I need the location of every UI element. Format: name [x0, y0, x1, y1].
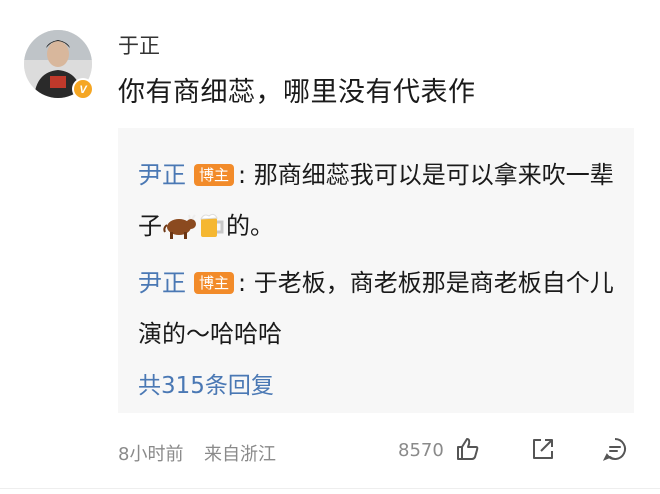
comment-time: 8小时前: [118, 444, 184, 465]
ox-emoji-icon: [162, 207, 196, 258]
comment-card: V 于正 你有商细蕊，哪里没有代表作 尹正 博主: 那商细蕊我可以是可以拿来吹一辈…: [0, 0, 660, 494]
verified-badge-icon: V: [72, 78, 94, 100]
thumbs-up-icon[interactable]: [455, 436, 481, 467]
reply-item[interactable]: 尹正 博主: 于老板，商老板那是商老板自个儿演的～哈哈哈: [138, 258, 618, 360]
more-replies-link[interactable]: 共315条回复: [138, 366, 634, 400]
reply-separator: :: [238, 269, 247, 297]
reply-text-end: 的。: [226, 212, 274, 240]
like-count[interactable]: 8570: [398, 440, 444, 461]
avatar[interactable]: V: [24, 30, 94, 100]
reply-separator: :: [238, 161, 247, 189]
author-badge: 博主: [194, 164, 235, 186]
comment-footer: 8小时前 来自浙江 8570: [118, 436, 638, 466]
reply-item[interactable]: 尹正 博主: 那商细蕊我可以是可以拿来吹一辈子 的。: [138, 150, 618, 258]
reply-author[interactable]: 尹正: [138, 269, 186, 297]
replies-box[interactable]: 尹正 博主: 那商细蕊我可以是可以拿来吹一辈子 的。 尹正 博主: 于老板，商老板那是…: [118, 128, 634, 413]
comment-location: 来自浙江: [204, 444, 276, 465]
comment-bubble-icon[interactable]: [602, 436, 628, 467]
share-icon[interactable]: [530, 436, 556, 467]
comment-username[interactable]: 于正: [118, 30, 160, 60]
reply-author[interactable]: 尹正: [138, 161, 186, 189]
beer-mug-emoji-icon: [196, 207, 226, 258]
author-badge: 博主: [194, 272, 235, 294]
divider: [0, 488, 660, 489]
comment-text: 你有商细蕊，哪里没有代表作: [118, 77, 476, 108]
